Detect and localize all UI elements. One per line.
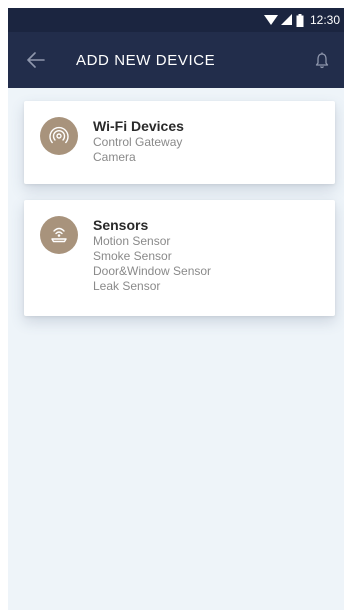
notifications-button[interactable] [302, 32, 342, 88]
device-item-leak-sensor: Leak Sensor [93, 279, 161, 293]
wifi-status-icon [263, 15, 278, 25]
wifi-signal-icon [49, 126, 69, 144]
device-item-door-window-sensor: Door&Window Sensor [93, 264, 212, 278]
category-card-wifi-devices[interactable]: Wi-Fi Devices Control Gateway Camera [24, 101, 335, 184]
icon-circle [40, 117, 78, 155]
phone-screen: 12:30 ADD NEW DEVICE Wi-Fi Devices Contr… [8, 8, 344, 610]
category-card-sensors[interactable]: Sensors Motion Sensor Smoke Sensor Door&… [24, 200, 335, 316]
status-bar: 12:30 [8, 8, 344, 32]
device-item-control-gateway: Control Gateway [93, 135, 183, 149]
card-title: Sensors [93, 217, 149, 233]
back-button[interactable] [8, 32, 64, 88]
bell-icon [315, 52, 329, 68]
cell-signal-icon [280, 14, 292, 25]
app-bar: ADD NEW DEVICE [8, 32, 344, 88]
card-text: Sensors Motion Sensor Smoke Sensor Door&… [93, 217, 211, 294]
device-item-smoke-sensor: Smoke Sensor [93, 249, 172, 263]
device-item-camera: Camera [93, 150, 136, 164]
device-item-motion-sensor: Motion Sensor [93, 234, 171, 248]
icon-circle [40, 216, 78, 254]
arrow-left-icon [27, 52, 45, 68]
card-text: Wi-Fi Devices Control Gateway Camera [93, 118, 184, 165]
card-title: Wi-Fi Devices [93, 118, 184, 134]
page-title: ADD NEW DEVICE [76, 51, 216, 69]
status-icons [263, 13, 304, 27]
sensor-icon [51, 227, 67, 243]
battery-icon [296, 13, 304, 27]
status-time: 12:30 [309, 13, 340, 27]
